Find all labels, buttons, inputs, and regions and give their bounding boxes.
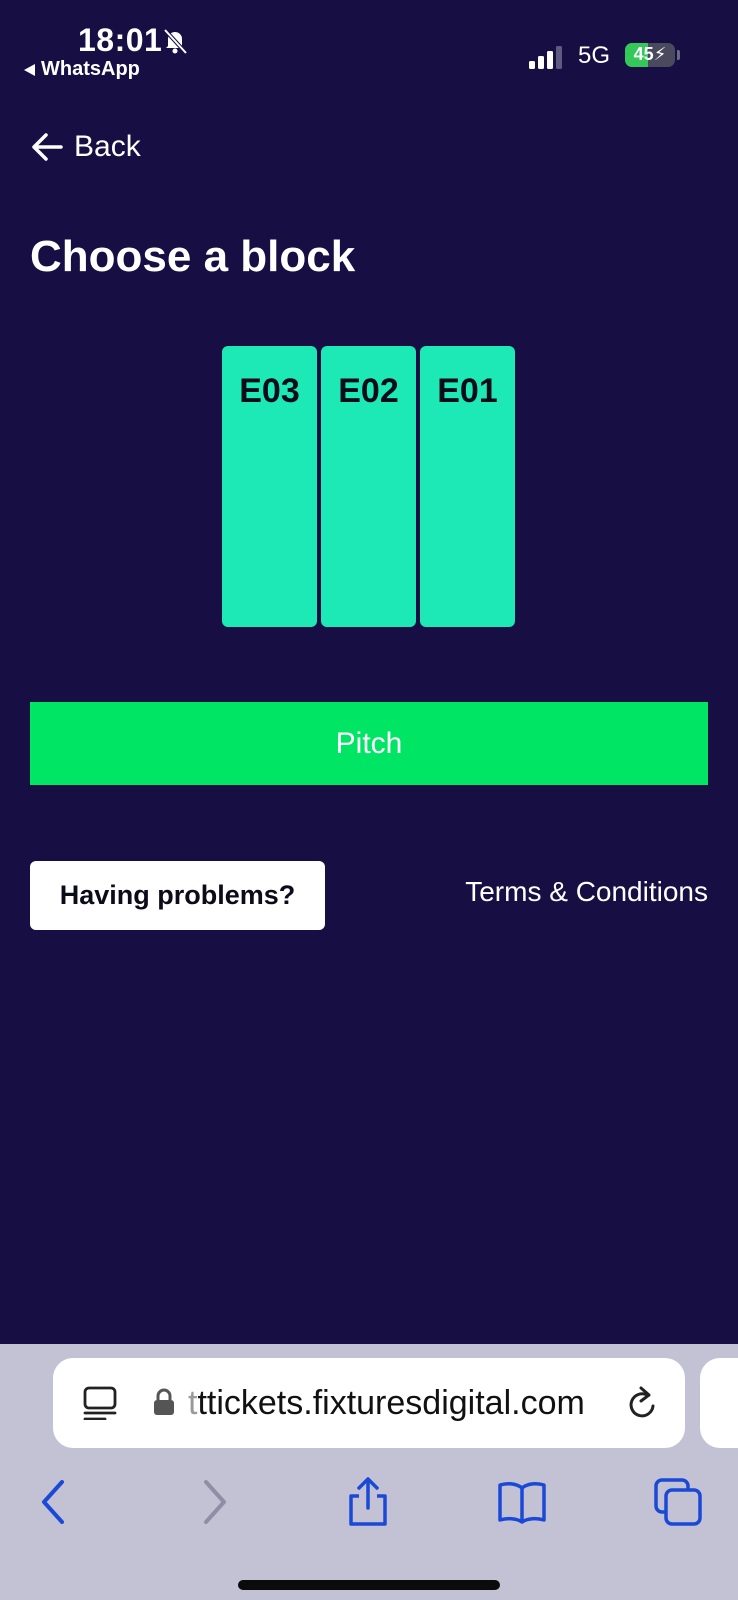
status-time: 18:01 (78, 22, 163, 58)
browser-chrome: tttickets.fixturesdigital.com (0, 1344, 738, 1600)
back-label: Back (74, 130, 141, 163)
back-link[interactable]: Back (30, 130, 141, 164)
address-bar[interactable]: tttickets.fixturesdigital.com (53, 1358, 685, 1448)
terms-link[interactable]: Terms & Conditions (465, 876, 708, 908)
block-selector: E03 E02 E01 (222, 346, 515, 627)
lock-icon (154, 1388, 174, 1415)
reload-icon[interactable] (625, 1384, 661, 1422)
bell-slash-icon (163, 28, 188, 55)
back-app-label: WhatsApp (41, 58, 140, 80)
url-domain: ttickets.fixturesdigital.com (197, 1384, 585, 1422)
network-label: 5G (578, 42, 611, 69)
block-e02[interactable]: E02 (321, 346, 416, 627)
back-icon[interactable] (28, 1476, 80, 1528)
page-title: Choose a block (30, 232, 356, 281)
tabs-icon[interactable] (652, 1476, 704, 1528)
home-indicator[interactable] (238, 1580, 500, 1590)
browser-toolbar (0, 1466, 738, 1546)
pitch: Pitch (30, 702, 708, 785)
bookmarks-icon[interactable] (496, 1476, 548, 1528)
battery-cap (677, 50, 680, 60)
charging-bolt-icon: ⚡ (653, 44, 667, 64)
block-e03[interactable]: E03 (222, 346, 317, 627)
battery-level-text: 45⚡ (625, 44, 675, 65)
block-e01[interactable]: E01 (420, 346, 515, 627)
back-to-app-link[interactable]: WhatsApp (24, 58, 140, 81)
share-icon[interactable] (342, 1476, 394, 1528)
reader-mode-icon[interactable] (83, 1386, 117, 1420)
back-triangle-icon (24, 63, 35, 76)
battery-icon: 45⚡ (625, 43, 675, 67)
signal-icon (529, 46, 562, 69)
having-problems-button[interactable]: Having problems? (30, 861, 325, 930)
forward-icon[interactable] (188, 1476, 240, 1528)
arrow-left-icon (32, 133, 63, 161)
battery-percent: 45 (633, 44, 654, 64)
url-text: tttickets.fixturesdigital.com (188, 1384, 585, 1423)
next-tab-peek[interactable] (700, 1358, 738, 1448)
